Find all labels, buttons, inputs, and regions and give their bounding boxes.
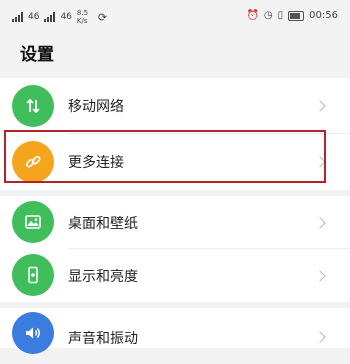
sync-icon: ⟳ bbox=[97, 10, 108, 24]
chevron-right-icon bbox=[314, 156, 326, 168]
status-right: ⏰ ◷ ▯ 00:56 bbox=[246, 10, 338, 21]
settings-item-display[interactable]: 显示和亮度 bbox=[0, 249, 350, 302]
clock-icon: ◷ bbox=[263, 10, 273, 21]
sound-card: 声音和振动 bbox=[0, 308, 350, 354]
link-icon bbox=[12, 141, 54, 183]
chevron-right-icon bbox=[314, 216, 326, 229]
status-time: 00:56 bbox=[309, 10, 338, 21]
mobile-network-icon bbox=[12, 85, 54, 127]
carrier-1-label: 46 bbox=[28, 12, 40, 22]
settings-item-label: 移动网络 bbox=[68, 99, 124, 115]
vibrate-icon: ▯ bbox=[277, 10, 284, 21]
signal-icon-2 bbox=[44, 12, 56, 22]
settings-item-label: 更多连接 bbox=[68, 155, 124, 171]
battery-icon bbox=[288, 10, 305, 21]
carrier-2-label: 46 bbox=[60, 12, 72, 22]
signal-icon bbox=[12, 12, 23, 22]
chevron-right-icon bbox=[314, 331, 326, 343]
settings-item-wallpaper[interactable]: 桌面和壁纸 bbox=[0, 196, 350, 249]
settings-item-more-connections[interactable]: 更多连接 bbox=[0, 134, 350, 190]
alarm-icon: ⏰ bbox=[246, 10, 259, 21]
settings-item-label: 声音和振动 bbox=[68, 331, 138, 347]
status-bar: 46 46 8.5 K/s ⟳ ⏰ ◷ ▯ 00:56 bbox=[0, 0, 350, 34]
settings-item-label: 桌面和壁纸 bbox=[68, 215, 138, 232]
chevron-right-icon bbox=[314, 100, 326, 112]
network-speed: 8.5 K/s bbox=[76, 9, 89, 25]
settings-item-sound[interactable]: 声音和振动 bbox=[0, 308, 350, 364]
display-phone-icon bbox=[12, 254, 54, 296]
settings-item-mobile-network[interactable]: 移动网络 bbox=[0, 78, 350, 134]
settings-item-label: 显示和亮度 bbox=[68, 268, 138, 285]
network-card: 移动网络 更多连接 bbox=[0, 78, 350, 190]
status-left: 46 46 8.5 K/s ⟳ bbox=[12, 9, 107, 25]
wallpaper-icon bbox=[12, 201, 54, 243]
display-card: 桌面和壁纸 显示和亮度 bbox=[0, 196, 350, 302]
sound-icon bbox=[12, 312, 54, 354]
chevron-right-icon bbox=[314, 269, 326, 282]
page-title: 设置 bbox=[20, 45, 54, 65]
